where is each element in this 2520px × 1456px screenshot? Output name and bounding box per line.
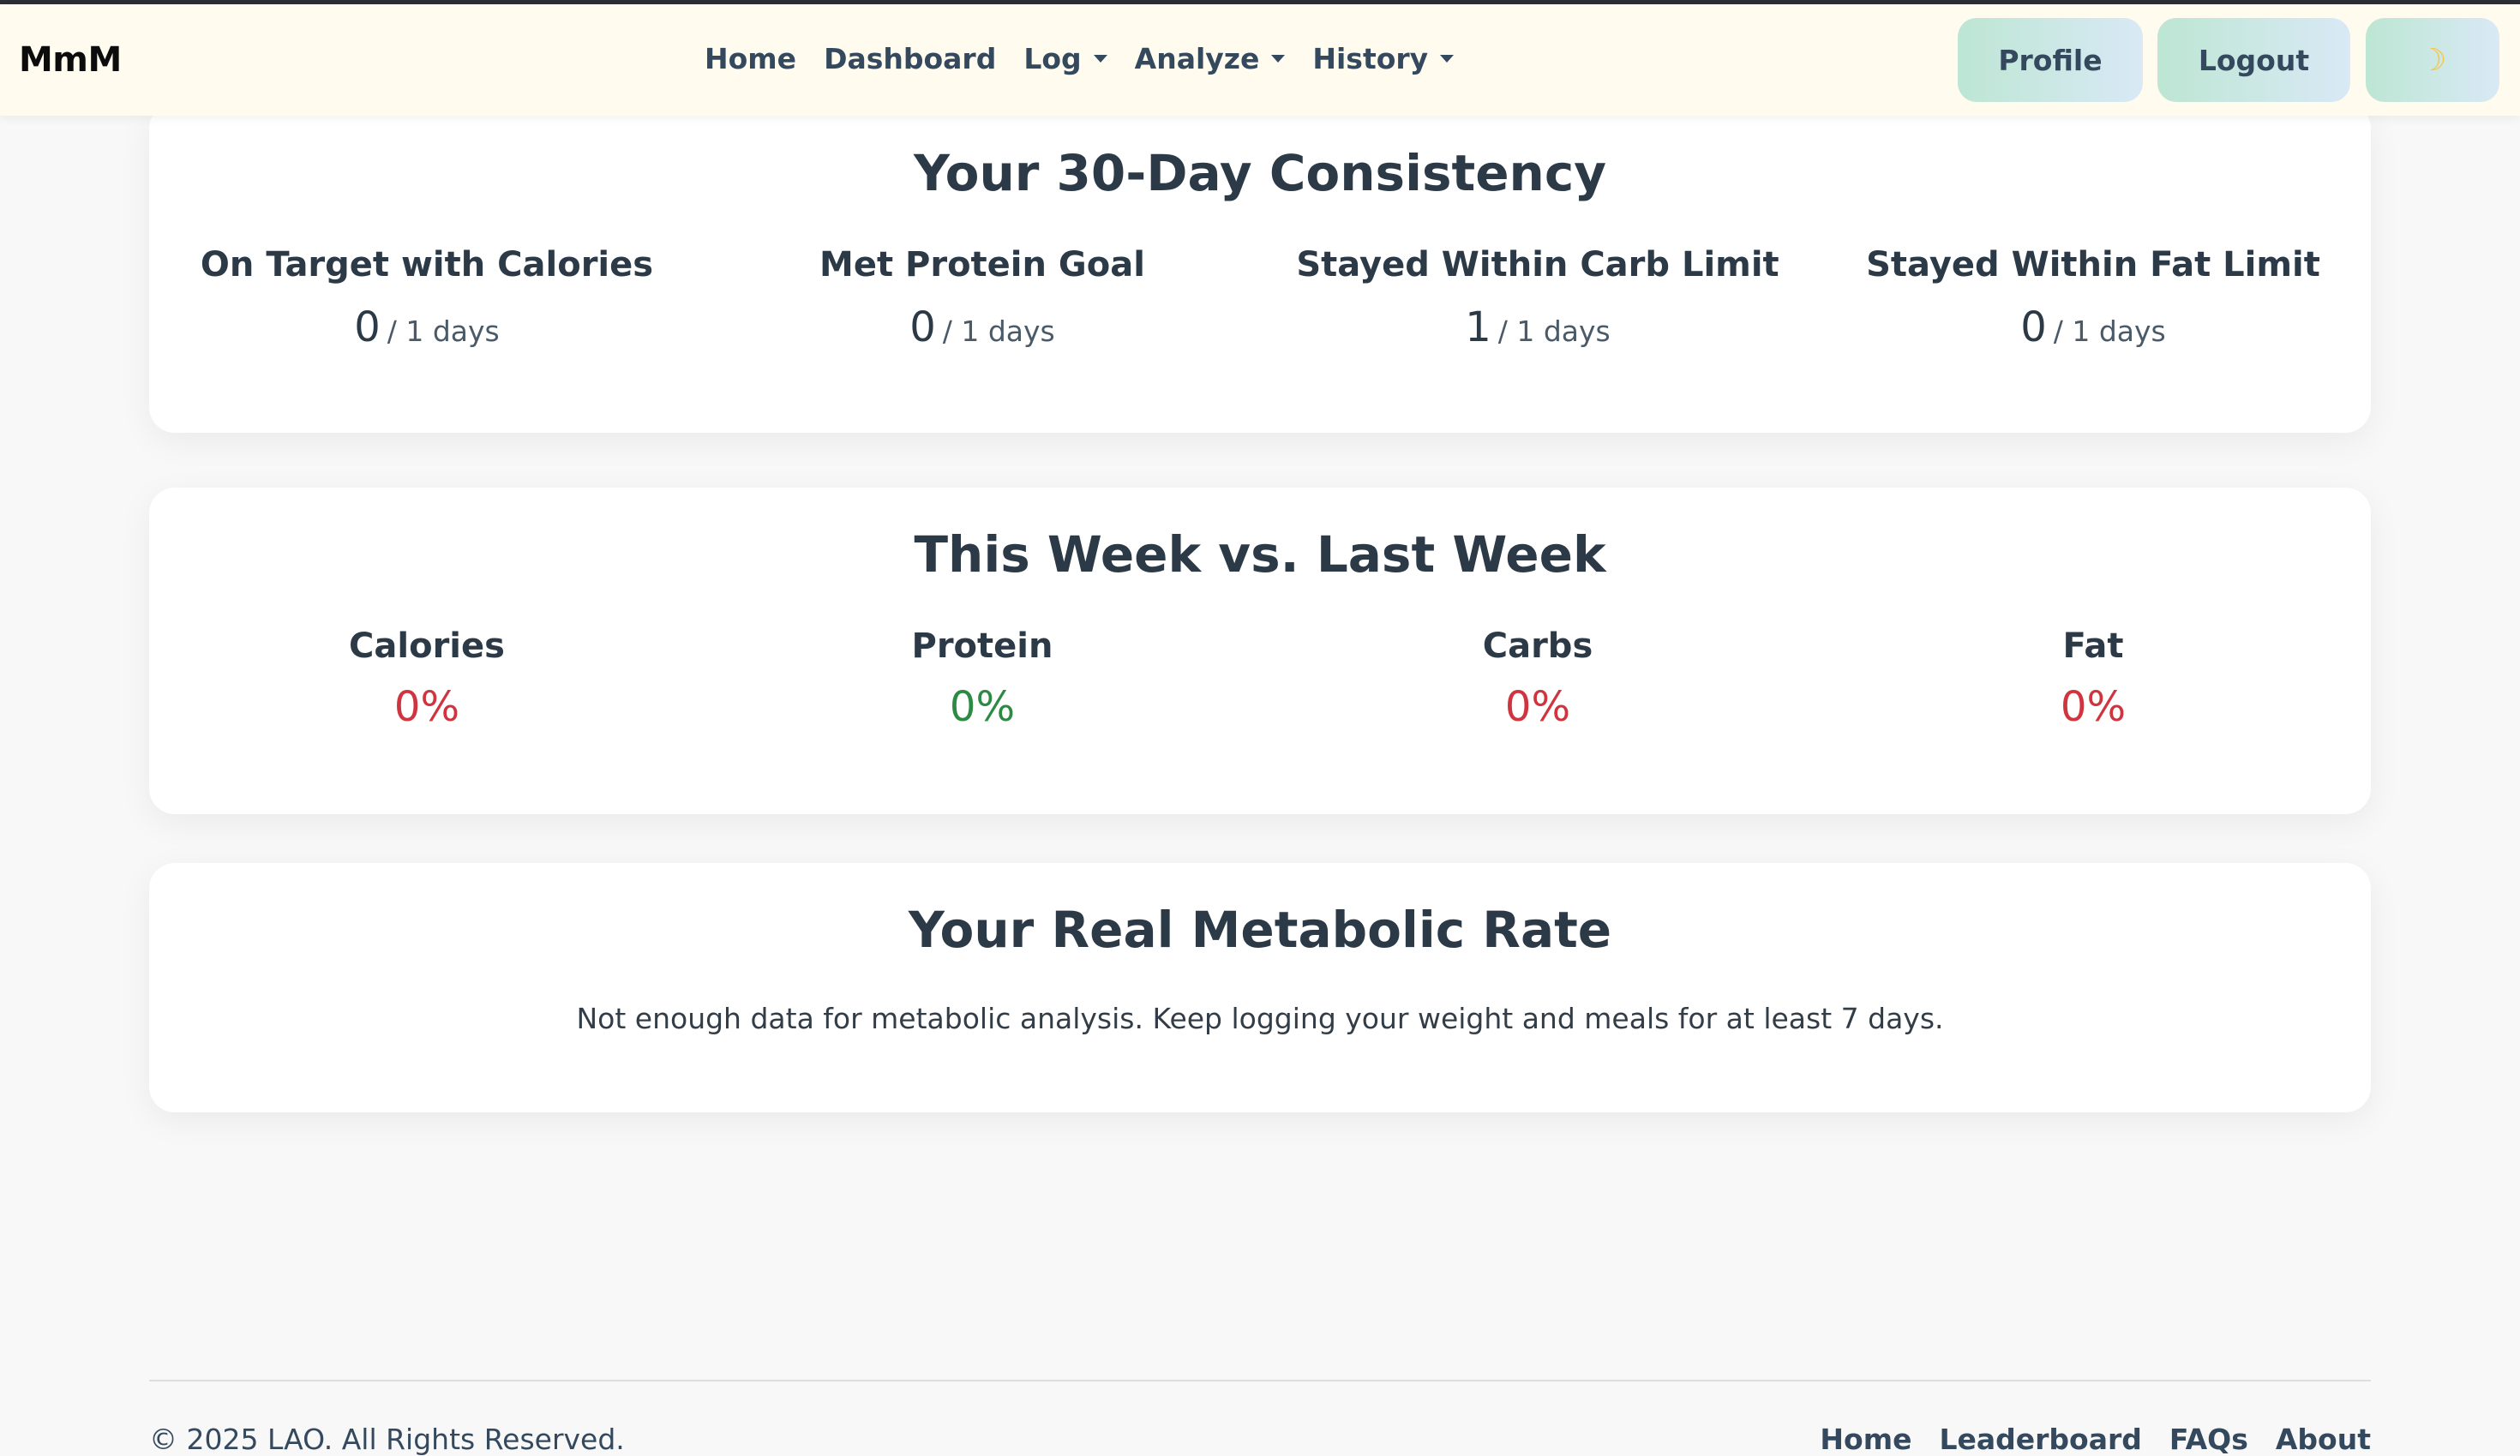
logout-button-label: Logout [2198,43,2310,77]
consistency-stats: On Target with Calories 0/ 1 days Met Pr… [149,245,2371,351]
nav-home[interactable]: Home [705,42,796,75]
caret-down-icon [1271,55,1286,63]
footer-divider [149,1380,2371,1381]
stat-percent: 0% [1504,683,1571,731]
stat-value: 0/ 1 days [149,303,705,351]
stat-value: 0/ 1 days [1815,303,2371,351]
logout-button[interactable]: Logout [2157,18,2350,102]
stat-value: 0/ 1 days [705,303,1260,351]
week-stat-carbs: Carbs 0% [1260,626,1815,731]
stat-value: 1/ 1 days [1260,303,1815,351]
stat-label: Stayed Within Carb Limit [1296,245,1779,285]
metabolic-rate-card: Your Real Metabolic Rate Not enough data… [149,863,2371,1112]
stat-suffix: / 1 days [942,315,1055,348]
theme-toggle-button[interactable]: ☽ [2366,18,2499,102]
stat-label: Calories [349,626,505,666]
footer-copyright: © 2025 LAO. All Rights Reserved. [149,1423,625,1456]
metabolic-rate-title: Your Real Metabolic Rate [908,901,1612,959]
stat-label: Met Protein Goal [819,245,1145,285]
stat-count: 0 [354,303,381,351]
footer-link-faqs[interactable]: FAQs [2169,1423,2248,1456]
footer-links: Home Leaderboard FAQs About [1820,1423,2371,1456]
nav-log-dropdown[interactable]: Log [1023,42,1107,75]
stat-label: On Target with Calories [200,245,654,285]
stat-suffix: / 1 days [2053,315,2166,348]
profile-button-label: Profile [1998,43,2103,77]
nav-log-label: Log [1023,42,1082,75]
metabolic-rate-message: Not enough data for metabolic analysis. … [576,1002,1944,1035]
stat-carb-limit: Stayed Within Carb Limit 1/ 1 days [1260,245,1815,351]
nav-links: Home Dashboard Log Analyze History [705,42,1455,75]
brand-logo[interactable]: MmM [19,40,122,80]
footer-link-about[interactable]: About [2276,1423,2371,1456]
stat-label: Stayed Within Fat Limit [1866,245,2320,285]
stat-count: 0 [2020,303,2047,351]
nav-analyze-label: Analyze [1134,42,1260,75]
footer-link-home[interactable]: Home [1820,1423,1911,1456]
stat-percent: 0% [949,683,1016,731]
footer-link-leaderboard[interactable]: Leaderboard [1939,1423,2141,1456]
week-comparison-card: This Week vs. Last Week Calories 0% Prot… [149,488,2371,814]
week-stat-calories: Calories 0% [149,626,705,731]
week-stats: Calories 0% Protein 0% Carbs 0% Fat 0% [149,626,2371,731]
stat-percent: 0% [393,683,460,731]
nav-dashboard-label: Dashboard [824,42,997,75]
stat-suffix: / 1 days [1497,315,1611,348]
profile-button[interactable]: Profile [1958,18,2143,102]
nav-history-label: History [1312,42,1429,75]
moon-icon: ☽ [2418,42,2447,78]
week-stat-fat: Fat 0% [1815,626,2371,731]
stat-label: Carbs [1482,626,1593,666]
stat-count: 0 [909,303,936,351]
nav-home-label: Home [705,42,797,75]
caret-down-icon [1440,55,1455,63]
caret-down-icon [1093,55,1107,63]
nav-history-dropdown[interactable]: History [1312,42,1455,75]
stat-percent: 0% [2060,683,2127,731]
stat-label: Fat [2062,626,2124,666]
nav-analyze-dropdown[interactable]: Analyze [1135,42,1286,75]
stat-fat-limit: Stayed Within Fat Limit 0/ 1 days [1815,245,2371,351]
week-stat-protein: Protein 0% [705,626,1260,731]
stat-label: Protein [911,626,1053,666]
navbar: MmM Home Dashboard Log Analyze History P… [0,4,2520,116]
week-comparison-title: This Week vs. Last Week [914,525,1606,584]
stat-suffix: / 1 days [387,315,500,348]
nav-dashboard[interactable]: Dashboard [824,42,996,75]
consistency-title: Your 30-Day Consistency [913,144,1607,202]
consistency-card: Your 30-Day Consistency On Target with C… [149,103,2371,433]
stat-calories-target: On Target with Calories 0/ 1 days [149,245,705,351]
stat-count: 1 [1465,303,1491,351]
stat-protein-goal: Met Protein Goal 0/ 1 days [705,245,1260,351]
